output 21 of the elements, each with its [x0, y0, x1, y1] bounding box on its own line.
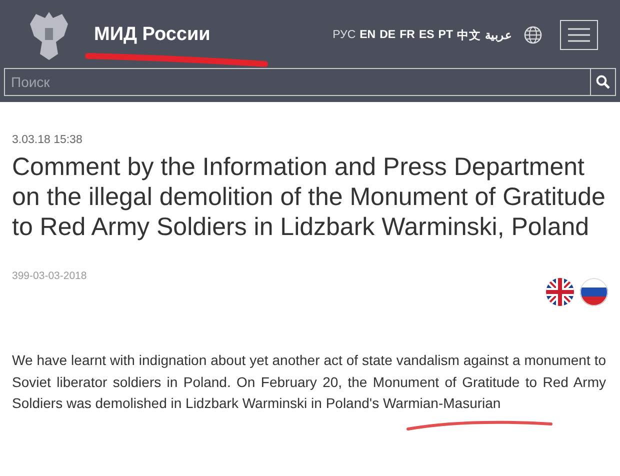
reference-number: 399-03-03-2018 — [12, 270, 87, 284]
language-link[interactable]: ES — [418, 29, 434, 41]
article-paragraph: We have learnt with indignation about yet another act of state vandalism against a monument to Soviet liberator soldiers in Poland. On February 20, the Monument of Gratitude to Red Army Soldiers was demolished in Lidzbark Warminski in Poland's Warmian-Masurian — [12, 351, 606, 413]
language-link[interactable]: EN — [360, 29, 376, 41]
language-link[interactable]: عربية — [485, 28, 512, 42]
menu-icon — [568, 28, 590, 42]
site-title[interactable]: МИД России — [94, 24, 333, 46]
article-title: Comment by the Information and Press Department on the illegal demolition of the Monument of Gratitude to Red Army Soldiers in Lidzbark Warminski, Poland — [12, 152, 606, 242]
language-link[interactable]: FR — [400, 29, 415, 41]
search-field[interactable]: Поиск — [4, 68, 590, 96]
language-link[interactable]: PT — [438, 29, 453, 41]
search-button[interactable] — [590, 68, 616, 96]
language-link[interactable]: DE — [380, 29, 396, 41]
menu-button[interactable] — [560, 20, 598, 50]
language-link[interactable]: 中文 — [457, 28, 481, 42]
uk-flag-icon[interactable] — [546, 278, 574, 306]
russia-flag-icon[interactable] — [580, 278, 608, 306]
language-link[interactable]: РУС — [332, 29, 356, 41]
globe-icon[interactable] — [524, 26, 542, 44]
search-icon — [596, 75, 610, 89]
article-date: 3.03.18 15:38 — [12, 134, 84, 146]
